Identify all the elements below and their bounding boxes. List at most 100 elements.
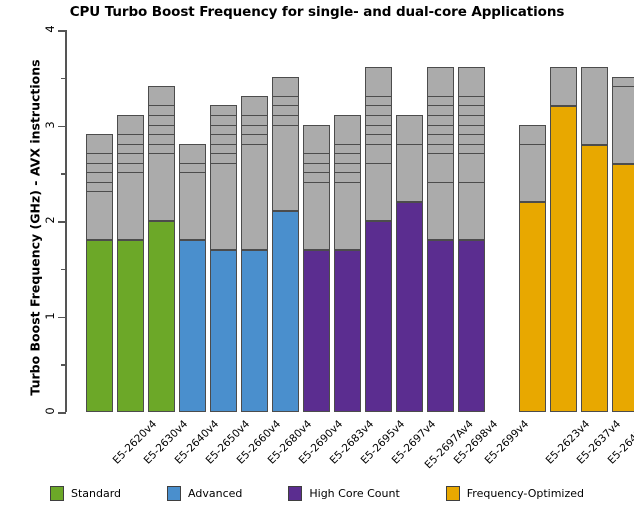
- bar-base-frequency: [581, 144, 608, 412]
- y-tick-label: 1: [43, 311, 57, 320]
- bar[interactable]: [303, 124, 330, 412]
- bar-turbo-tier: [365, 134, 392, 145]
- legend-swatch-icon: [445, 486, 460, 501]
- bar-turbo-tier: [210, 134, 237, 145]
- bar-turbo-tier: [396, 114, 423, 145]
- bar-turbo-tier: [365, 143, 392, 164]
- bar[interactable]: [334, 114, 361, 412]
- bar[interactable]: [550, 67, 577, 412]
- bar-turbo-tier: [334, 172, 361, 183]
- y-tick-major: [58, 30, 66, 32]
- bar-turbo-tier: [519, 124, 546, 145]
- bar-turbo-tier: [365, 162, 392, 221]
- bar[interactable]: [396, 114, 423, 412]
- plot-area: [66, 30, 634, 412]
- bar[interactable]: [148, 86, 175, 412]
- legend-item[interactable]: High Core Count: [288, 486, 400, 501]
- bar-turbo-tier: [303, 124, 330, 155]
- bar[interactable]: [458, 67, 485, 412]
- bar-turbo-tier: [427, 114, 454, 126]
- bar-turbo-tier: [86, 191, 113, 241]
- bar-turbo-tier: [365, 105, 392, 116]
- legend-item[interactable]: Standard: [49, 486, 121, 501]
- bar-turbo-tier: [427, 134, 454, 145]
- bar-turbo-tier: [241, 114, 268, 126]
- bar[interactable]: [179, 143, 206, 412]
- bar[interactable]: [581, 67, 608, 412]
- bar-turbo-tier: [148, 105, 175, 116]
- bar-turbo-tier: [272, 105, 299, 116]
- bar-turbo-tier: [458, 105, 485, 116]
- y-tick-major: [58, 221, 66, 223]
- legend-label: Advanced: [188, 487, 243, 500]
- legend-label: Frequency-Optimized: [466, 487, 584, 500]
- y-tick-label: 0: [43, 407, 57, 415]
- bar-turbo-tier: [179, 172, 206, 241]
- bar[interactable]: [86, 134, 113, 412]
- bar-base-frequency: [458, 240, 485, 412]
- bar[interactable]: [272, 76, 299, 412]
- legend-item[interactable]: Advanced: [167, 486, 242, 501]
- bar-turbo-tier: [458, 143, 485, 155]
- bar-turbo-tier: [86, 172, 113, 183]
- bar-base-frequency: [550, 106, 577, 412]
- bar-turbo-tier: [458, 124, 485, 136]
- bar-turbo-tier: [334, 162, 361, 174]
- bar-turbo-tier: [272, 76, 299, 97]
- bar-turbo-tier: [303, 153, 330, 164]
- bar-turbo-tier: [210, 124, 237, 136]
- bar-base-frequency: [334, 249, 361, 412]
- bar-turbo-tier: [519, 143, 546, 202]
- bar-turbo-tier: [612, 76, 634, 88]
- bar-turbo-tier: [86, 181, 113, 193]
- bar-base-frequency: [396, 201, 423, 412]
- bar-turbo-tier: [458, 95, 485, 107]
- y-tick-major: [58, 125, 66, 127]
- bar-turbo-tier: [117, 162, 144, 174]
- bar-base-frequency: [117, 240, 144, 412]
- bar-turbo-tier: [458, 181, 485, 241]
- bar[interactable]: [519, 124, 546, 412]
- bar[interactable]: [241, 95, 268, 412]
- bar-turbo-tier: [117, 172, 144, 241]
- bar-turbo-tier: [334, 143, 361, 155]
- bar-turbo-tier: [148, 86, 175, 107]
- bar[interactable]: [117, 114, 144, 412]
- bar-turbo-tier: [210, 143, 237, 155]
- legend-item[interactable]: Frequency-Optimized: [445, 486, 584, 501]
- bar-turbo-tier: [210, 162, 237, 250]
- bar-turbo-tier: [427, 95, 454, 107]
- bar-base-frequency: [210, 249, 237, 412]
- y-tick-major: [58, 412, 66, 414]
- bar-turbo-tier: [303, 172, 330, 183]
- bar-turbo-tier: [334, 181, 361, 250]
- bar-base-frequency: [519, 201, 546, 412]
- bar-base-frequency: [148, 221, 175, 412]
- bar-turbo-tier: [241, 95, 268, 116]
- bar-turbo-tier: [458, 67, 485, 97]
- chart-legend: Standard Advanced High Core Count Frequency…: [0, 486, 634, 501]
- bar-turbo-tier: [117, 143, 144, 155]
- bar-turbo-tier: [458, 153, 485, 183]
- bar-turbo-tier: [86, 134, 113, 155]
- bar-turbo-tier: [303, 162, 330, 174]
- y-tick-major: [58, 316, 66, 318]
- bar-turbo-tier: [148, 134, 175, 145]
- bar[interactable]: [365, 67, 392, 412]
- legend-swatch-icon: [288, 486, 303, 501]
- bar-turbo-tier: [148, 143, 175, 155]
- bar-turbo-tier: [117, 114, 144, 136]
- bar-base-frequency: [612, 163, 634, 412]
- bar[interactable]: [427, 67, 454, 412]
- bar-turbo-tier: [210, 105, 237, 116]
- bar-turbo-tier: [365, 114, 392, 126]
- bar-turbo-tier: [210, 153, 237, 164]
- bar-turbo-tier: [86, 162, 113, 174]
- bar[interactable]: [612, 76, 634, 412]
- bar-turbo-tier: [117, 153, 144, 164]
- bar-turbo-tier: [179, 162, 206, 174]
- bar[interactable]: [210, 105, 237, 412]
- bar-turbo-tier: [365, 124, 392, 136]
- bar-turbo-tier: [334, 114, 361, 145]
- bar-turbo-tier: [427, 181, 454, 241]
